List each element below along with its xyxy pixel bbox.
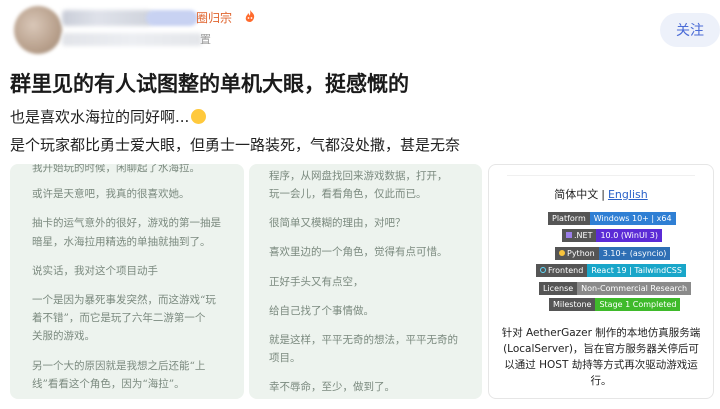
badge-key: Frontend (536, 264, 588, 277)
card1-line: 我开始玩的时候，闲聊起了水海拉。 (32, 164, 200, 174)
card1-line: 关服的游戏。 (32, 330, 95, 342)
desc-line: (LocalServer)，旨在官方服务器关停后可 (503, 343, 699, 355)
post-body-text-1: 也是喜欢水海拉的同好啊... (10, 108, 190, 126)
flame-icon (243, 9, 257, 27)
language-switch: 简体中文 | English (489, 186, 713, 202)
image-card-1[interactable]: 我开始玩的时候，闲聊起了水海拉。 或许是天意吧，我真的很喜欢她。 抽卡的运气意外… (10, 164, 244, 399)
card2-line: 项目。 (269, 352, 301, 364)
card2-line: 很简单又模糊的理由，对吧？ (269, 217, 406, 229)
card1-line: 暗星，水海拉用精选的单抽就抽到了。 (32, 236, 211, 248)
smile-emoji-icon (191, 109, 207, 124)
badge-frontend: Frontend React 19 | TailwindCSS (536, 264, 686, 277)
react-icon (540, 267, 546, 273)
desc-line: 以通过 HOST 劫持等方式再次驱动游戏运 (504, 359, 698, 371)
follow-button[interactable]: 关注 (660, 13, 720, 47)
badge-key-text: .NET (574, 231, 593, 240)
card2-line: 正好手头又有点空， (269, 276, 364, 288)
image-card-3[interactable]: 简体中文 | English Platform Windows 10+ | x64 … (488, 164, 714, 399)
avatar[interactable] (14, 6, 62, 54)
card2-line: 幸不辱命，至少，做到了。 (269, 381, 395, 393)
card1-line: 一个是因为暴死事发突然，而这游戏“玩 (32, 294, 216, 306)
lang-zh: 简体中文 (554, 188, 599, 201)
badge-value: Stage 1 Completed (595, 298, 681, 311)
post-body-line-2: 是个玩家都比勇士爱大眼，但勇士一路装死，气都没处撒，甚是无奈 (10, 136, 461, 154)
badge-value: React 19 | TailwindCSS (587, 264, 686, 277)
badge-key-text: Python (567, 249, 595, 258)
badge-value: 10.0 (WinUI 3) (596, 229, 662, 242)
card2-line: 喜欢里边的一个角色，觉得有点可惜。 (269, 246, 448, 258)
post-title: 群里见的有人试图整的单机大眼，挺感慨的 (10, 72, 409, 96)
badge-value: 3.10+ (asyncio) (598, 247, 671, 260)
username-blurred[interactable] (62, 10, 152, 26)
badge-dotnet: .NET 10.0 (WinUI 3) (562, 229, 662, 242)
python-icon (559, 250, 565, 256)
post-body-line-1: 也是喜欢水海拉的同好啊... (10, 106, 207, 127)
badge-value: Windows 10+ | x64 (589, 212, 676, 225)
badge-key: Python (555, 247, 599, 260)
card1-line: 说实话，我对这个项目动手 (32, 265, 158, 277)
post-meta-blurred (62, 33, 202, 46)
card1-line: 线”看看这个角色，因为“海拉”。 (32, 378, 185, 390)
card2-line: 就是这样，平平无奇的想法，平平无奇的 (269, 334, 458, 346)
lang-separator: | (601, 188, 605, 201)
group-tag[interactable]: 圈归宗 (196, 9, 232, 27)
badge-milestone: Milestone Stage 1 Completed (549, 298, 681, 311)
badge-key: Platform (548, 212, 590, 225)
card1-line: 抽卡的运气意外的很好，游戏的第一抽是 (32, 217, 221, 229)
card2-line: 给自己找了个事情做。 (269, 305, 374, 317)
user-badge-blurred (146, 10, 198, 26)
badge-python: Python 3.10+ (asyncio) (555, 247, 671, 260)
project-description: 针对 AetherGazer 制作的本地仿真服务端 (LocalServer)，… (489, 325, 713, 389)
badge-key: Milestone (549, 298, 596, 311)
image-card-2[interactable]: 程序，从网盘找回来游戏数据，打开， 玩一会儿，看看角色，仅此而已。 很简单又模糊… (249, 164, 482, 399)
card1-line: 或许是天意吧，我真的很喜欢她。 (32, 188, 190, 200)
desc-line: 行。 (590, 375, 612, 387)
card2-line: 程序，从网盘找回来游戏数据，打开， (269, 170, 448, 182)
lang-en-link[interactable]: English (608, 188, 648, 201)
badge-license: License Non-Commercial Research (539, 282, 692, 295)
badge-key-text: Frontend (548, 266, 584, 275)
divider (507, 175, 695, 176)
badge-key: .NET (562, 229, 597, 242)
badge-platform: Platform Windows 10+ | x64 (548, 212, 676, 225)
desc-line: 针对 AetherGazer 制作的本地仿真服务端 (501, 327, 701, 339)
card1-line: 着不错”，而它是玩了六年二游第一个 (32, 312, 206, 324)
badge-value: Non-Commercial Research (577, 282, 692, 295)
post-meta-tail: 置 (200, 33, 211, 46)
badge-key: License (539, 282, 578, 295)
card1-line: 另一个大的原因就是我想之后还能“上 (32, 360, 206, 372)
dotnet-icon (566, 232, 572, 238)
card2-line: 玩一会儿，看看角色，仅此而已。 (269, 188, 427, 200)
